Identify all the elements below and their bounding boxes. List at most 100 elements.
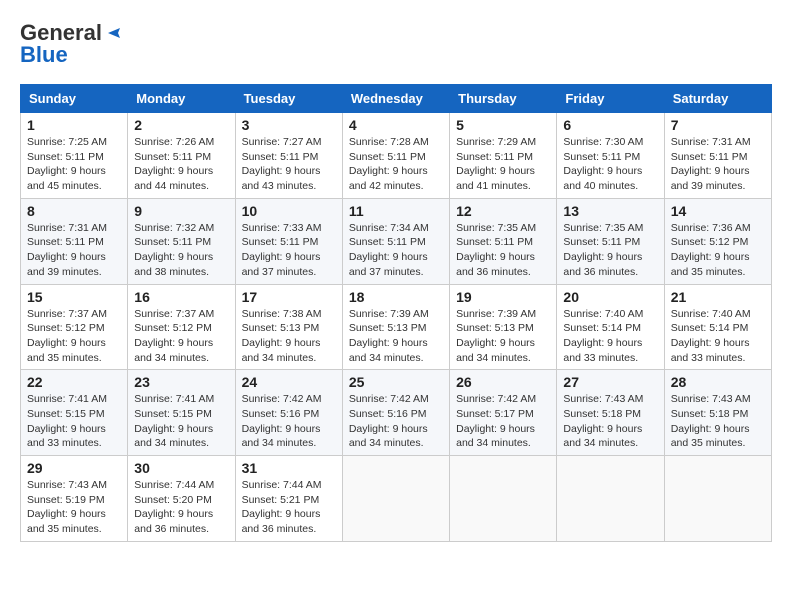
sunrise-label: Sunrise: 7:25 AM: [27, 136, 107, 148]
daylight-label: Daylight: 9 hours: [349, 423, 428, 435]
sunset-label: Sunset: 5:15 PM: [27, 408, 105, 420]
day-info: Sunrise: 7:33 AM Sunset: 5:11 PM Dayligh…: [242, 221, 336, 280]
daylight-label: Daylight: 9 hours: [27, 423, 106, 435]
calendar-day-cell: 26 Sunrise: 7:42 AM Sunset: 5:17 PM Dayl…: [450, 370, 557, 456]
calendar-week-row: 29 Sunrise: 7:43 AM Sunset: 5:19 PM Dayl…: [21, 456, 772, 542]
daylight-minutes: and 36 minutes.: [563, 266, 638, 278]
day-number: 10: [242, 203, 336, 219]
calendar-day-cell: 31 Sunrise: 7:44 AM Sunset: 5:21 PM Dayl…: [235, 456, 342, 542]
day-number: 4: [349, 117, 443, 133]
day-info: Sunrise: 7:35 AM Sunset: 5:11 PM Dayligh…: [456, 221, 550, 280]
day-number: 31: [242, 460, 336, 476]
sunrise-label: Sunrise: 7:43 AM: [563, 393, 643, 405]
sunrise-label: Sunrise: 7:39 AM: [456, 308, 536, 320]
calendar-day-cell: [557, 456, 664, 542]
calendar-table: SundayMondayTuesdayWednesdayThursdayFrid…: [20, 84, 772, 542]
calendar-day-cell: 28 Sunrise: 7:43 AM Sunset: 5:18 PM Dayl…: [664, 370, 771, 456]
sunrise-label: Sunrise: 7:38 AM: [242, 308, 322, 320]
calendar-day-cell: 13 Sunrise: 7:35 AM Sunset: 5:11 PM Dayl…: [557, 198, 664, 284]
daylight-label: Daylight: 9 hours: [27, 251, 106, 263]
day-info: Sunrise: 7:35 AM Sunset: 5:11 PM Dayligh…: [563, 221, 657, 280]
daylight-minutes: and 44 minutes.: [134, 180, 209, 192]
sunrise-label: Sunrise: 7:41 AM: [134, 393, 214, 405]
day-info: Sunrise: 7:25 AM Sunset: 5:11 PM Dayligh…: [27, 135, 121, 194]
calendar-day-cell: 2 Sunrise: 7:26 AM Sunset: 5:11 PM Dayli…: [128, 113, 235, 199]
sunrise-label: Sunrise: 7:41 AM: [27, 393, 107, 405]
sunrise-label: Sunrise: 7:39 AM: [349, 308, 429, 320]
day-number: 8: [27, 203, 121, 219]
daylight-label: Daylight: 9 hours: [27, 165, 106, 177]
sunset-label: Sunset: 5:11 PM: [27, 236, 104, 248]
calendar-day-cell: 14 Sunrise: 7:36 AM Sunset: 5:12 PM Dayl…: [664, 198, 771, 284]
day-info: Sunrise: 7:42 AM Sunset: 5:16 PM Dayligh…: [242, 392, 336, 451]
day-info: Sunrise: 7:44 AM Sunset: 5:20 PM Dayligh…: [134, 478, 228, 537]
daylight-minutes: and 43 minutes.: [242, 180, 317, 192]
sunset-label: Sunset: 5:11 PM: [27, 151, 104, 163]
calendar-day-cell: 11 Sunrise: 7:34 AM Sunset: 5:11 PM Dayl…: [342, 198, 449, 284]
sunset-label: Sunset: 5:11 PM: [242, 236, 319, 248]
weekday-header-cell: Saturday: [664, 85, 771, 113]
weekday-header-row: SundayMondayTuesdayWednesdayThursdayFrid…: [21, 85, 772, 113]
day-number: 26: [456, 374, 550, 390]
calendar-day-cell: 5 Sunrise: 7:29 AM Sunset: 5:11 PM Dayli…: [450, 113, 557, 199]
daylight-minutes: and 34 minutes.: [349, 437, 424, 449]
daylight-label: Daylight: 9 hours: [242, 165, 321, 177]
sunset-label: Sunset: 5:16 PM: [242, 408, 320, 420]
day-number: 15: [27, 289, 121, 305]
calendar-day-cell: 18 Sunrise: 7:39 AM Sunset: 5:13 PM Dayl…: [342, 284, 449, 370]
sunrise-label: Sunrise: 7:40 AM: [563, 308, 643, 320]
daylight-minutes: and 34 minutes.: [134, 352, 209, 364]
daylight-label: Daylight: 9 hours: [242, 337, 321, 349]
daylight-minutes: and 40 minutes.: [563, 180, 638, 192]
day-info: Sunrise: 7:40 AM Sunset: 5:14 PM Dayligh…: [563, 307, 657, 366]
daylight-minutes: and 34 minutes.: [456, 437, 531, 449]
calendar-week-row: 15 Sunrise: 7:37 AM Sunset: 5:12 PM Dayl…: [21, 284, 772, 370]
sunrise-label: Sunrise: 7:29 AM: [456, 136, 536, 148]
calendar-day-cell: 12 Sunrise: 7:35 AM Sunset: 5:11 PM Dayl…: [450, 198, 557, 284]
sunset-label: Sunset: 5:11 PM: [349, 151, 426, 163]
day-number: 25: [349, 374, 443, 390]
calendar-week-row: 1 Sunrise: 7:25 AM Sunset: 5:11 PM Dayli…: [21, 113, 772, 199]
sunrise-label: Sunrise: 7:40 AM: [671, 308, 751, 320]
daylight-label: Daylight: 9 hours: [134, 251, 213, 263]
daylight-minutes: and 35 minutes.: [671, 437, 746, 449]
weekday-header-cell: Thursday: [450, 85, 557, 113]
sunset-label: Sunset: 5:20 PM: [134, 494, 212, 506]
sunrise-label: Sunrise: 7:42 AM: [349, 393, 429, 405]
calendar-day-cell: 23 Sunrise: 7:41 AM Sunset: 5:15 PM Dayl…: [128, 370, 235, 456]
weekday-header-cell: Wednesday: [342, 85, 449, 113]
calendar-day-cell: [664, 456, 771, 542]
day-number: 18: [349, 289, 443, 305]
calendar-day-cell: 9 Sunrise: 7:32 AM Sunset: 5:11 PM Dayli…: [128, 198, 235, 284]
calendar-day-cell: 30 Sunrise: 7:44 AM Sunset: 5:20 PM Dayl…: [128, 456, 235, 542]
daylight-minutes: and 35 minutes.: [27, 352, 102, 364]
day-info: Sunrise: 7:39 AM Sunset: 5:13 PM Dayligh…: [456, 307, 550, 366]
sunrise-label: Sunrise: 7:42 AM: [456, 393, 536, 405]
sunset-label: Sunset: 5:11 PM: [563, 236, 640, 248]
daylight-minutes: and 37 minutes.: [349, 266, 424, 278]
daylight-label: Daylight: 9 hours: [134, 423, 213, 435]
sunset-label: Sunset: 5:12 PM: [671, 236, 749, 248]
daylight-label: Daylight: 9 hours: [134, 337, 213, 349]
calendar-day-cell: 6 Sunrise: 7:30 AM Sunset: 5:11 PM Dayli…: [557, 113, 664, 199]
day-number: 21: [671, 289, 765, 305]
daylight-minutes: and 45 minutes.: [27, 180, 102, 192]
logo-blue: Blue: [20, 42, 68, 68]
day-info: Sunrise: 7:32 AM Sunset: 5:11 PM Dayligh…: [134, 221, 228, 280]
logo-bird-icon: [104, 24, 122, 42]
day-number: 29: [27, 460, 121, 476]
daylight-minutes: and 37 minutes.: [242, 266, 317, 278]
sunrise-label: Sunrise: 7:26 AM: [134, 136, 214, 148]
sunset-label: Sunset: 5:21 PM: [242, 494, 320, 506]
day-number: 14: [671, 203, 765, 219]
sunrise-label: Sunrise: 7:42 AM: [242, 393, 322, 405]
sunset-label: Sunset: 5:12 PM: [134, 322, 212, 334]
day-info: Sunrise: 7:28 AM Sunset: 5:11 PM Dayligh…: [349, 135, 443, 194]
sunrise-label: Sunrise: 7:36 AM: [671, 222, 751, 234]
sunrise-label: Sunrise: 7:35 AM: [456, 222, 536, 234]
day-info: Sunrise: 7:26 AM Sunset: 5:11 PM Dayligh…: [134, 135, 228, 194]
daylight-minutes: and 41 minutes.: [456, 180, 531, 192]
calendar-body: 1 Sunrise: 7:25 AM Sunset: 5:11 PM Dayli…: [21, 113, 772, 542]
calendar-day-cell: 15 Sunrise: 7:37 AM Sunset: 5:12 PM Dayl…: [21, 284, 128, 370]
calendar-day-cell: 16 Sunrise: 7:37 AM Sunset: 5:12 PM Dayl…: [128, 284, 235, 370]
